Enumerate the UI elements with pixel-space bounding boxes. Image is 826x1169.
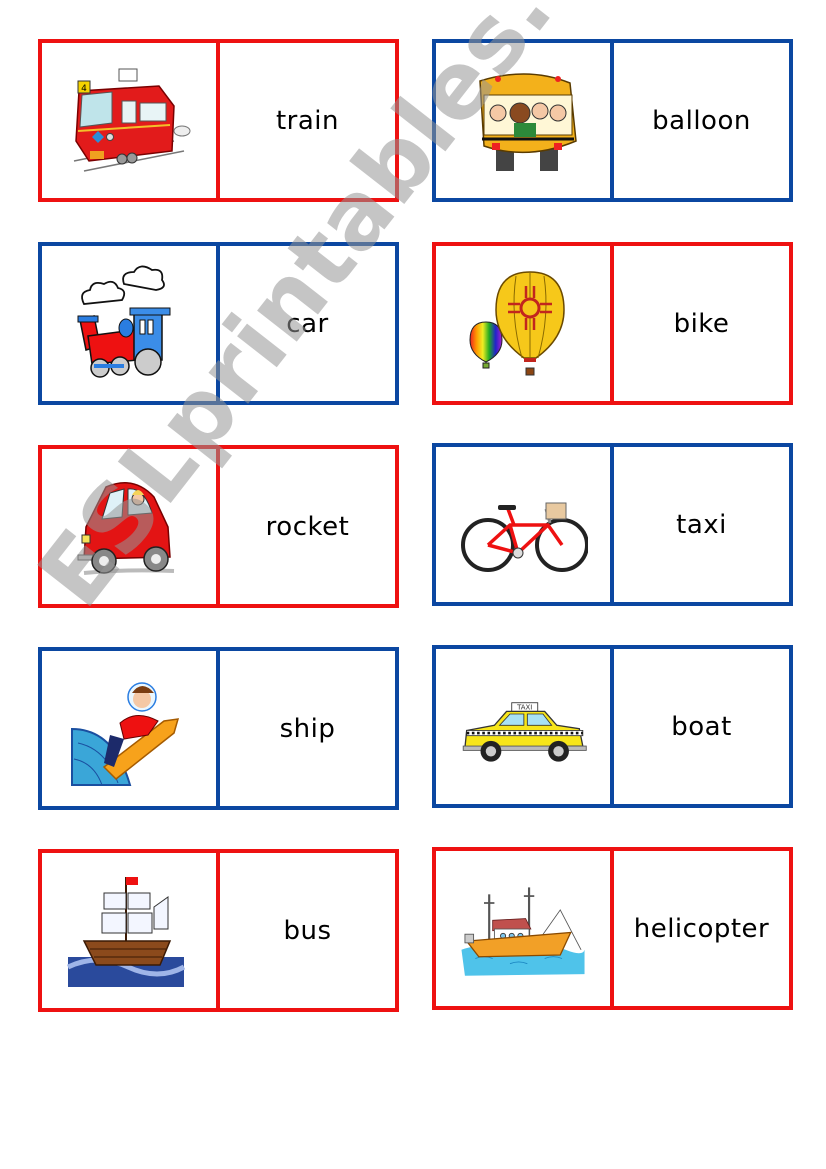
word-cell: helicopter — [633, 913, 770, 944]
hot-air-balloons-icon — [469, 270, 565, 375]
picture-cell — [436, 43, 614, 198]
domino-card-2: balloon — [432, 39, 793, 202]
steam-train-icon — [77, 265, 171, 378]
word-cell: bus — [283, 915, 332, 946]
picture-cell — [436, 447, 614, 602]
picture-cell — [436, 851, 614, 1006]
picture-cell: 4 — [42, 43, 220, 198]
domino-card-8: TAXI boat — [432, 645, 793, 808]
picture-cell — [42, 449, 220, 604]
tram-icon: 4 — [73, 68, 191, 172]
domino-card-3: car — [38, 242, 399, 405]
word-cell: train — [275, 105, 340, 136]
picture-cell — [42, 246, 220, 401]
sailing-ship-icon — [66, 876, 186, 987]
picture-cell — [42, 853, 220, 1008]
picture-cell: TAXI — [436, 649, 614, 804]
rocket-icon — [71, 681, 180, 786]
fishing-boat-icon — [461, 886, 585, 976]
word-cell: balloon — [652, 105, 751, 136]
school-bus-icon — [479, 72, 577, 171]
tram-number: 4 — [81, 84, 87, 94]
domino-card-10: helicopter — [432, 847, 793, 1010]
word-cell: bike — [673, 308, 730, 339]
domino-card-1: 4 train — [38, 39, 399, 202]
word-cell: car — [286, 308, 329, 339]
taxi-icon: TAXI — [462, 701, 587, 762]
picture-cell — [436, 246, 614, 401]
domino-card-7: ship — [38, 647, 399, 810]
domino-card-9: bus — [38, 849, 399, 1012]
word-cell: ship — [279, 713, 336, 744]
domino-card-5: rocket — [38, 445, 399, 608]
word-cell: boat — [671, 711, 732, 742]
bicycle-icon — [461, 502, 588, 572]
word-cell: taxi — [676, 509, 727, 540]
car-icon — [77, 481, 175, 575]
domino-card-6: taxi — [432, 443, 793, 606]
taxi-sign: TAXI — [516, 703, 532, 711]
picture-cell — [42, 651, 220, 806]
word-cell: rocket — [265, 511, 350, 542]
domino-card-4: bike — [432, 242, 793, 405]
